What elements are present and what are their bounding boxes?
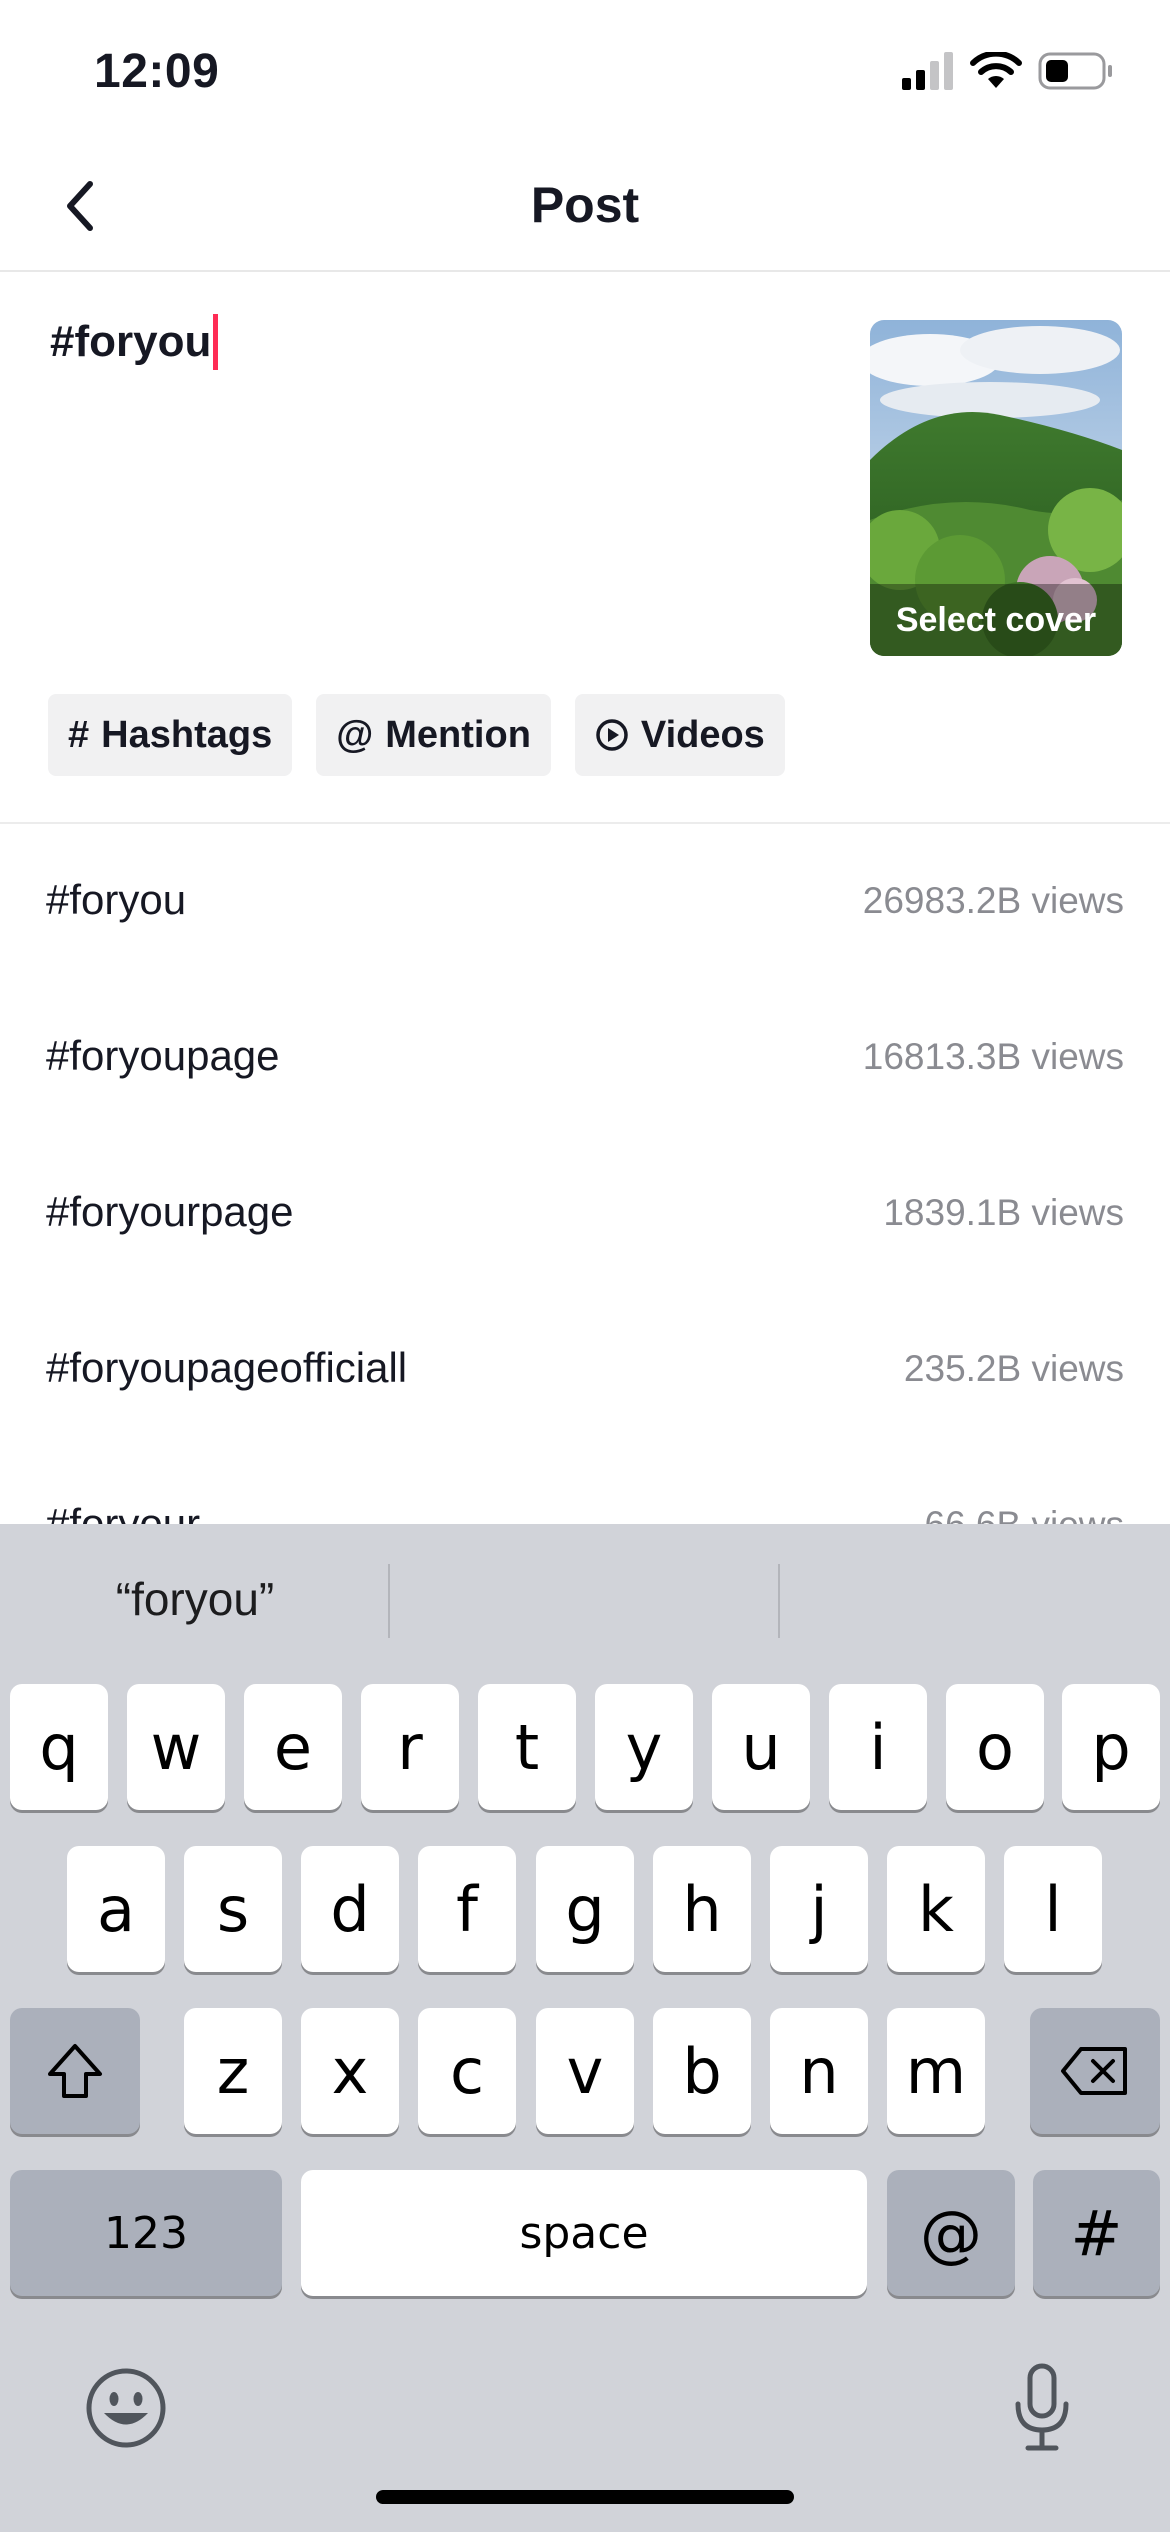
key-u[interactable]: u xyxy=(712,1684,810,1810)
videos-chip[interactable]: Videos xyxy=(574,694,785,776)
hashtag-name: #foryour xyxy=(46,1500,201,1524)
shift-key[interactable] xyxy=(10,2008,140,2134)
insert-chips: # Hashtags @ Mention Videos xyxy=(48,694,785,776)
home-indicator[interactable] xyxy=(376,2490,794,2504)
battery-icon xyxy=(1038,52,1114,95)
at-key[interactable]: @ xyxy=(887,2170,1015,2296)
key-l[interactable]: l xyxy=(1004,1846,1102,1972)
prediction-item[interactable] xyxy=(390,1524,780,1674)
key-w[interactable]: w xyxy=(127,1684,225,1810)
hashtag-views: 235.2B views xyxy=(903,1348,1124,1389)
status-icons xyxy=(902,50,1114,95)
key-c[interactable]: c xyxy=(418,2008,516,2134)
key-b[interactable]: b xyxy=(653,2008,751,2134)
key-o[interactable]: o xyxy=(946,1684,1044,1810)
chip-label: Mention xyxy=(385,713,531,756)
list-item[interactable]: #foryourpage 1839.1B views xyxy=(0,1136,1170,1292)
hashtags-chip[interactable]: # Hashtags xyxy=(48,694,293,776)
key-t[interactable]: t xyxy=(478,1684,576,1810)
list-item[interactable]: #foryoupage 16813.3B views xyxy=(0,980,1170,1136)
key-g[interactable]: g xyxy=(536,1846,634,1972)
list-item[interactable]: #foryour 66.6B views xyxy=(0,1448,1170,1524)
key-x[interactable]: x xyxy=(301,2008,399,2134)
hashtag-views: 16813.3B views xyxy=(862,1036,1124,1077)
key-a[interactable]: a xyxy=(67,1846,165,1972)
shift-icon xyxy=(48,2044,102,2098)
key-e[interactable]: e xyxy=(244,1684,342,1810)
key-s[interactable]: s xyxy=(184,1846,282,1972)
key-y[interactable]: y xyxy=(595,1684,693,1810)
key-h[interactable]: h xyxy=(653,1846,751,1972)
hashtag-name: #foryoupage xyxy=(46,1032,280,1079)
key-k[interactable]: k xyxy=(887,1846,985,1972)
list-item[interactable]: #foryou 26983.2B views xyxy=(0,824,1170,980)
status-time: 12:09 xyxy=(94,45,220,98)
numbers-key[interactable]: 123 xyxy=(10,2170,282,2296)
caption-text: #foryou xyxy=(50,317,212,366)
key-p[interactable]: p xyxy=(1062,1684,1160,1810)
hashtag-views: 1839.1B views xyxy=(883,1192,1124,1233)
space-key[interactable]: space xyxy=(301,2170,867,2296)
delete-icon xyxy=(1061,2047,1127,2095)
wifi-icon xyxy=(970,50,1022,95)
key-j[interactable]: j xyxy=(770,1846,868,1972)
key-f[interactable]: f xyxy=(418,1846,516,1972)
select-cover-label: Select cover xyxy=(870,584,1122,656)
microphone-icon xyxy=(1015,2363,1069,2451)
key-z[interactable]: z xyxy=(184,2008,282,2134)
caption-input[interactable]: #foryou xyxy=(50,314,830,370)
hashtag-icon: # xyxy=(68,713,90,756)
chip-label: Hashtags xyxy=(101,713,273,756)
signal-icon xyxy=(902,51,954,95)
key-d[interactable]: d xyxy=(301,1846,399,1972)
key-n[interactable]: n xyxy=(770,2008,868,2134)
predictive-text-bar: “foryou” xyxy=(0,1524,1170,1674)
status-bar: 12:09 xyxy=(0,0,1170,140)
mention-chip[interactable]: @ Mention xyxy=(316,694,551,776)
nav-bar: Post xyxy=(0,140,1170,272)
hashtag-views: 66.6B views xyxy=(925,1504,1125,1524)
cover-thumbnail[interactable]: Select cover xyxy=(870,320,1122,656)
emoji-button[interactable] xyxy=(82,2364,170,2452)
hashtag-name: #foryoupageofficiall xyxy=(46,1344,408,1391)
prediction-item[interactable]: “foryou” xyxy=(0,1524,390,1674)
dictation-button[interactable] xyxy=(998,2360,1086,2456)
text-caret xyxy=(213,314,219,370)
hashtag-name: #foryourpage xyxy=(46,1188,294,1235)
play-circle-icon xyxy=(595,718,629,752)
delete-key[interactable] xyxy=(1030,2008,1160,2134)
key-m[interactable]: m xyxy=(887,2008,985,2134)
page-title: Post xyxy=(530,177,640,233)
at-sign-icon: @ xyxy=(336,713,374,756)
key-v[interactable]: v xyxy=(536,2008,634,2134)
hashtag-suggestions-list: #foryou 26983.2B views #foryoupage 16813… xyxy=(0,824,1170,1524)
key-i[interactable]: i xyxy=(829,1684,927,1810)
list-item[interactable]: #foryoupageofficiall 235.2B views xyxy=(0,1292,1170,1448)
prediction-item[interactable] xyxy=(780,1524,1170,1674)
hash-key[interactable]: # xyxy=(1033,2170,1160,2296)
key-r[interactable]: r xyxy=(361,1684,459,1810)
emoji-icon xyxy=(86,2368,166,2448)
hashtag-name: #foryou xyxy=(46,876,187,923)
chip-label: Videos xyxy=(640,713,765,756)
keyboard: “foryou” q w e r t y u i o p a s d f g h… xyxy=(0,1524,1170,2532)
hashtag-views: 26983.2B views xyxy=(862,880,1124,921)
key-q[interactable]: q xyxy=(10,1684,108,1810)
